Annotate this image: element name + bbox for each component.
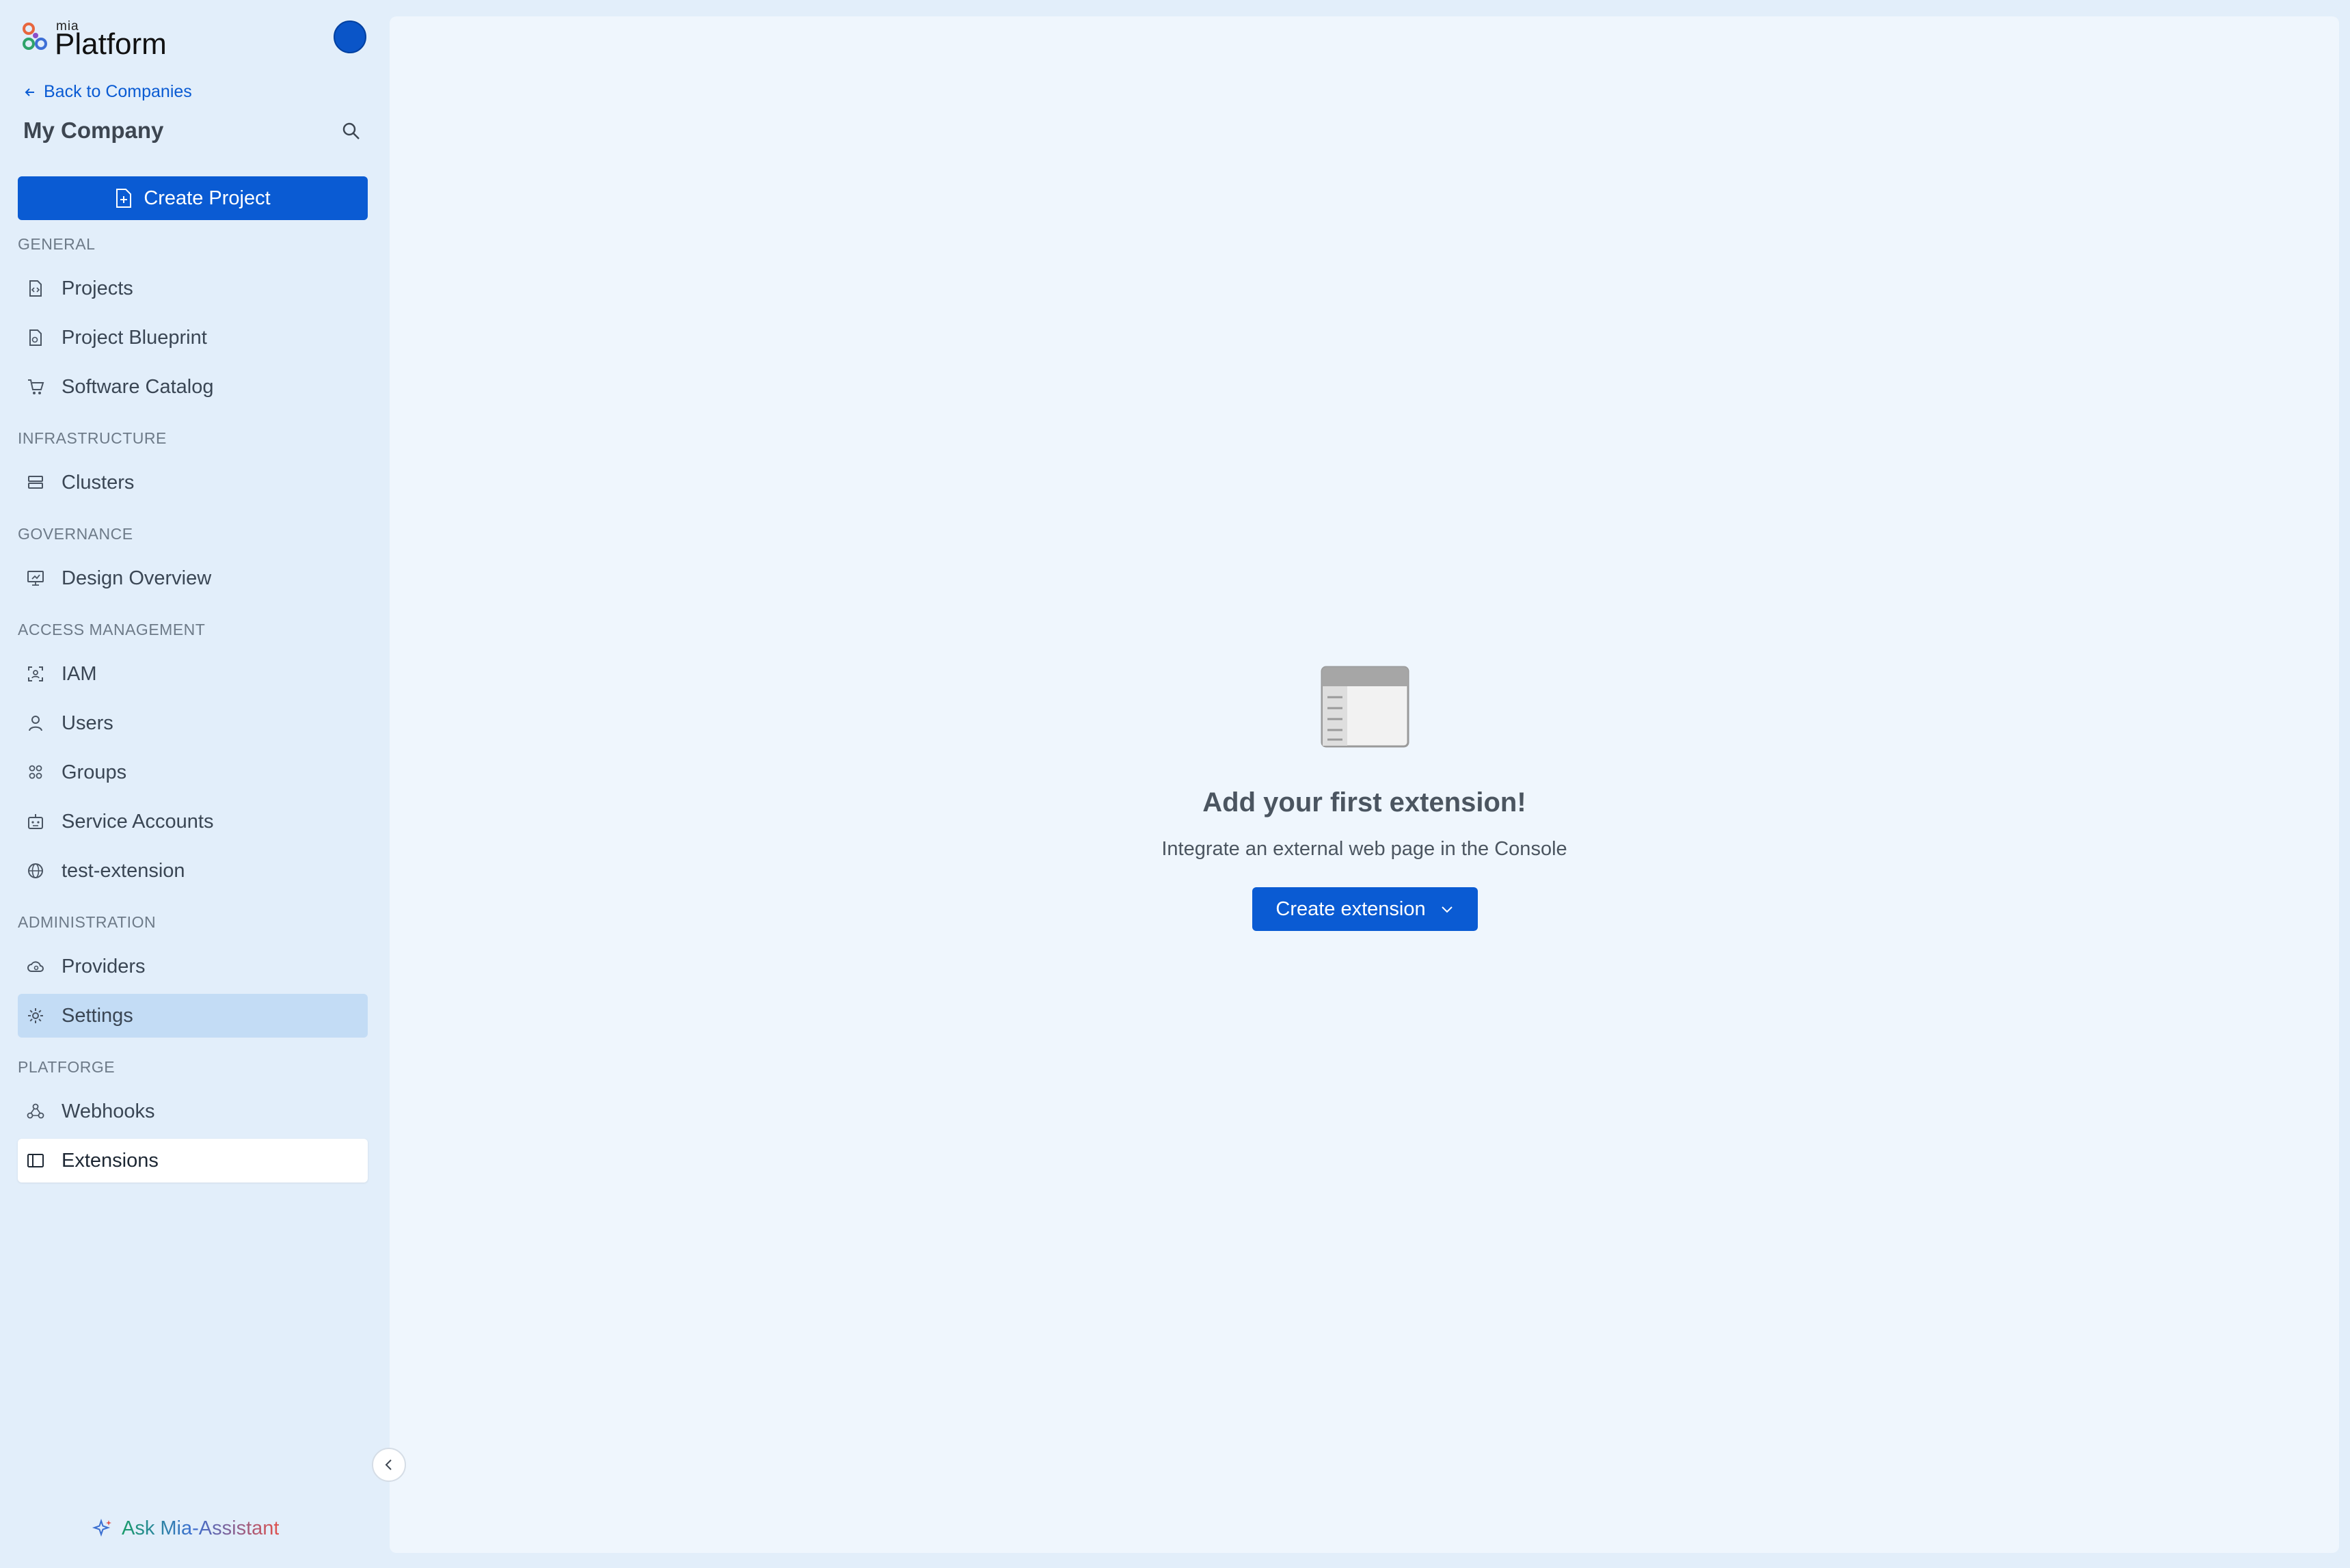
back-link-label: Back to Companies [44,82,192,101]
section-general: GENERAL [18,235,96,253]
shopping-cart-icon [28,379,44,394]
section-infrastructure: INFRASTRUCTURE [18,429,167,447]
assistant-label: Ask Mia-Assistant [122,1517,280,1539]
webhook-icon [27,1103,44,1119]
chevron-left-icon [385,1459,392,1470]
sidebar-item-label: IAM [62,662,97,685]
sidebar-item-test-extension[interactable]: test-extension [18,849,368,893]
logo-row: mia Platform [21,18,369,61]
section-administration: ADMINISTRATION [18,913,157,931]
layout-sidebar-icon [27,1154,44,1167]
sidebar-item-iam[interactable]: IAM [18,652,368,696]
section-platforge: PLATFORGE [18,1058,116,1076]
sidebar-item-label: Service Accounts [62,810,214,833]
users-group-icon [29,765,42,779]
sidebar-item-groups[interactable]: Groups [18,751,368,794]
create-project-button[interactable]: Create Project [18,176,368,220]
cloud-settings-icon [27,961,44,972]
create-extension-button[interactable]: Create extension [1252,887,1478,931]
mia-platform-logo-icon [23,23,47,50]
collapse-sidebar-button[interactable] [372,1448,406,1482]
sidebar-item-label: Extensions [62,1149,159,1172]
ask-mia-assistant-button[interactable]: Ask Mia-Assistant [92,1517,279,1540]
company-name: My Company [23,118,164,143]
file-settings-icon [29,329,42,346]
empty-extension-illustration-icon [1321,666,1409,748]
sidebar-item-label: Clusters [62,471,135,494]
gear-icon [28,1008,43,1023]
sidebar: mia Platform Back to Companies My Compan… [0,0,390,1568]
user-icon [29,716,42,731]
main-content: Add your first extension! Integrate an e… [390,16,2339,1553]
sidebar-item-label: Groups [62,761,127,783]
sidebar-item-label: Webhooks [62,1100,155,1122]
logo-text: Platform [55,27,167,61]
section-governance: GOVERNANCE [18,525,133,543]
sidebar-item-label: Users [62,712,113,734]
sidebar-item-clusters[interactable]: Clusters [18,461,368,504]
sidebar-item-label: Settings [62,1004,133,1027]
sidebar-item-design-overview[interactable]: Design Overview [18,556,368,600]
user-avatar[interactable] [334,21,366,53]
sidebar-item-label: Software Catalog [62,375,214,398]
search-icon[interactable] [338,118,365,145]
create-project-label: Create Project [144,187,271,209]
sidebar-item-software-catalog[interactable]: Software Catalog [18,365,368,409]
sparkle-icon [92,1518,111,1537]
sidebar-item-projects[interactable]: Projects [18,267,368,310]
sidebar-item-service-accounts[interactable]: Service Accounts [18,800,368,843]
sidebar-item-label: Providers [62,955,146,977]
sidebar-item-extensions[interactable]: Extensions [18,1139,368,1182]
sidebar-item-label: Projects [62,277,133,299]
sidebar-item-project-blueprint[interactable]: Project Blueprint [18,316,368,360]
chevron-down-icon [1441,906,1453,913]
file-code-icon [29,280,42,297]
empty-state-subtitle: Integrate an external web page in the Co… [1161,838,1567,860]
sidebar-item-label: test-extension [62,859,185,882]
back-to-companies-link[interactable]: Back to Companies [23,82,192,102]
globe-icon [28,863,43,878]
sidebar-item-label: Project Blueprint [62,326,207,349]
robot-icon [28,814,43,829]
arrow-left-icon [25,87,34,96]
section-access-management: ACCESS MANAGEMENT [18,621,206,638]
face-id-icon [28,666,43,681]
create-extension-label: Create extension [1275,897,1426,920]
server-icon [28,476,43,489]
sidebar-item-providers[interactable]: Providers [18,945,368,988]
sidebar-item-label: Design Overview [62,567,212,589]
sidebar-item-settings[interactable]: Settings [18,994,368,1038]
sidebar-item-webhooks[interactable]: Webhooks [18,1090,368,1133]
file-plus-icon [116,189,132,208]
empty-state-title: Add your first extension! [1202,787,1526,817]
presentation-chart-icon [27,571,44,586]
sidebar-item-users[interactable]: Users [18,701,368,745]
